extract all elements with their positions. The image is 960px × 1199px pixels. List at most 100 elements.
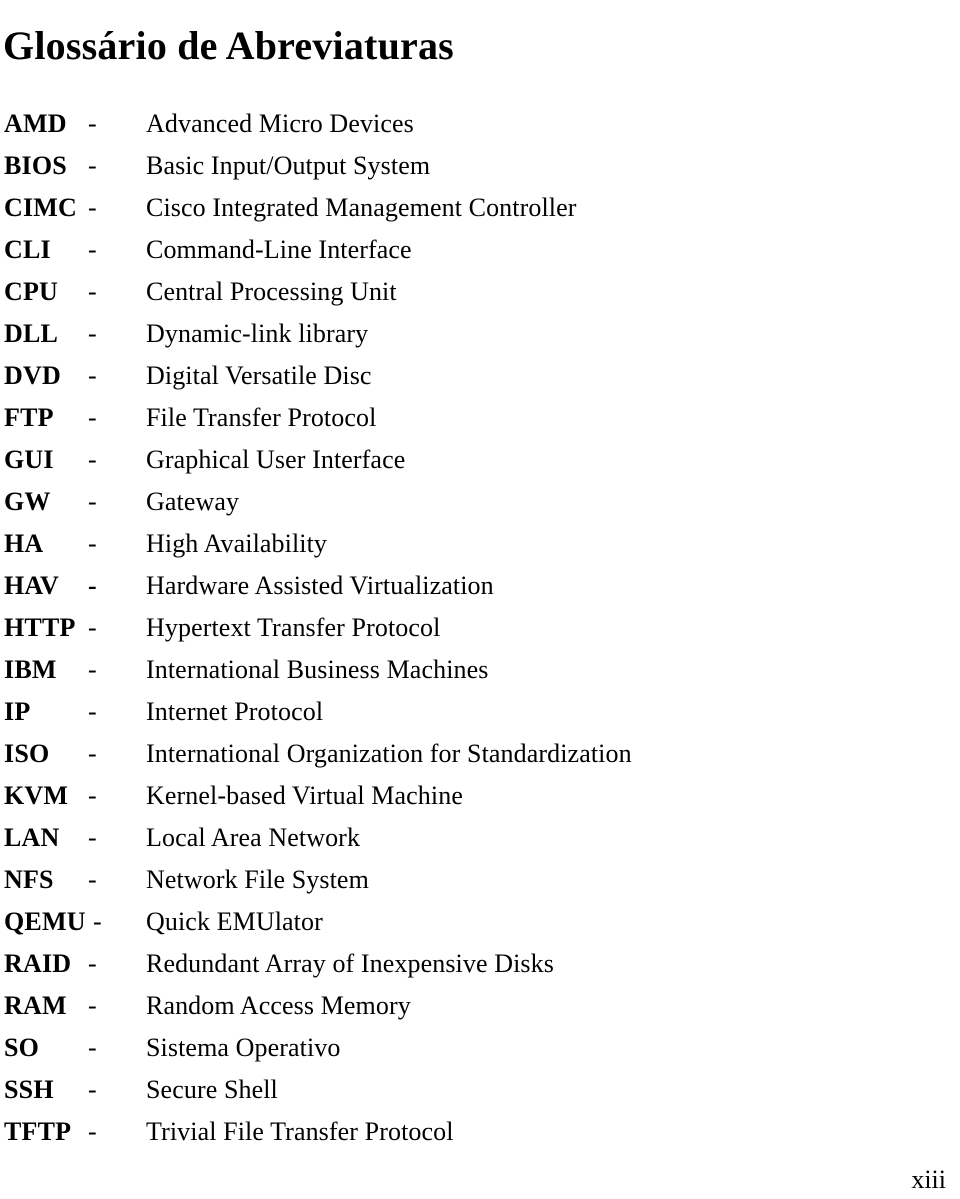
glossary-row: LAN - Local Area Network: [0, 817, 960, 859]
page-title: Glossário de Abreviaturas: [3, 22, 454, 68]
glossary-row: TFTP - Trivial File Transfer Protocol: [0, 1111, 960, 1153]
abbreviation-definition: Local Area Network: [146, 823, 361, 852]
abbreviation-term: CIMC: [4, 193, 78, 222]
abbreviation-term: CPU: [4, 277, 59, 306]
glossary-row: SO - Sistema Operativo: [0, 1027, 960, 1069]
glossary-row: HTTP - Hypertext Transfer Protocol: [0, 607, 960, 649]
glossary-row: CLI - Command-Line Interface: [0, 229, 960, 271]
entry-separator: -: [88, 319, 97, 348]
abbreviation-definition: Quick EMUlator: [146, 907, 323, 936]
abbreviation-definition: Secure Shell: [146, 1075, 278, 1104]
abbreviation-definition: Advanced Micro Devices: [146, 109, 414, 138]
page-number: xiii: [911, 1165, 946, 1194]
abbreviation-term: TFTP: [4, 1117, 72, 1146]
abbreviation-definition: High Availability: [146, 529, 328, 558]
abbreviation-definition: Gateway: [146, 487, 240, 516]
abbreviation-term: BIOS: [4, 151, 67, 180]
abbreviation-term: HTTP: [4, 613, 76, 642]
entry-separator: -: [88, 865, 97, 894]
glossary-row: BIOS - Basic Input/Output System: [0, 145, 960, 187]
abbreviation-definition: Internet Protocol: [146, 697, 324, 726]
abbreviation-definition: File Transfer Protocol: [146, 403, 377, 432]
entry-separator: -: [88, 235, 97, 264]
abbreviation-definition: Sistema Operativo: [146, 1033, 341, 1062]
abbreviation-term: SO: [4, 1033, 40, 1062]
entry-separator: -: [88, 151, 97, 180]
glossary-row: RAID - Redundant Array of Inexpensive Disk…: [0, 943, 960, 985]
glossary-row: NFS - Network File System: [0, 859, 960, 901]
glossary-row: HAV - Hardware Assisted Virtualization: [0, 565, 960, 607]
glossary-row: DVD - Digital Versatile Disc: [0, 355, 960, 397]
abbreviation-definition: Dynamic-link library: [146, 319, 369, 348]
abbreviation-definition: International Business Machines: [146, 655, 489, 684]
abbreviation-term: AMD: [4, 109, 67, 138]
entry-separator: -: [88, 403, 97, 432]
abbreviation-term: ISO: [4, 739, 50, 768]
abbreviation-definition: Network File System: [146, 865, 369, 894]
entry-separator: -: [88, 697, 97, 726]
abbreviation-term: IBM: [4, 655, 57, 684]
abbreviation-term: CLI: [4, 235, 51, 264]
entry-separator: -: [88, 739, 97, 768]
glossary-row: FTP - File Transfer Protocol: [0, 397, 960, 439]
glossary-row: CIMC - Cisco Integrated Management Control…: [0, 187, 960, 229]
abbreviation-term: NFS: [4, 865, 54, 894]
abbreviation-term: SSH: [4, 1075, 54, 1104]
entry-separator: -: [88, 949, 97, 978]
entry-separator: -: [88, 193, 97, 222]
abbreviation-definition: Cisco Integrated Management Controller: [146, 193, 577, 222]
abbreviation-term: RAID: [4, 949, 72, 978]
abbreviation-definition: Trivial File Transfer Protocol: [146, 1117, 454, 1146]
abbreviation-definition: Digital Versatile Disc: [146, 361, 372, 390]
glossary-row: ISO - International Organization for Stand…: [0, 733, 960, 775]
glossary-row: GUI - Graphical User Interface: [0, 439, 960, 481]
abbreviation-term: DLL: [4, 319, 59, 348]
abbreviation-definition: Basic Input/Output System: [146, 151, 431, 180]
abbreviation-definition: Central Processing Unit: [146, 277, 397, 306]
entry-separator: -: [93, 907, 102, 936]
entry-separator: -: [88, 1075, 97, 1104]
abbreviation-term: KVM: [4, 781, 69, 810]
entry-separator: -: [88, 613, 97, 642]
glossary-row: HA - High Availability: [0, 523, 960, 565]
entry-separator: -: [88, 991, 97, 1020]
entry-separator: -: [88, 109, 97, 138]
abbreviation-term: RAM: [4, 991, 67, 1020]
abbreviation-definition: Kernel-based Virtual Machine: [146, 781, 463, 810]
entry-separator: -: [88, 1033, 97, 1062]
abbreviation-term: LAN: [4, 823, 60, 852]
glossary-row: SSH - Secure Shell: [0, 1069, 960, 1111]
entry-separator: -: [88, 823, 97, 852]
glossary-row: IP - Internet Protocol: [0, 691, 960, 733]
entry-separator: -: [88, 781, 97, 810]
abbreviation-term: HAV: [4, 571, 60, 600]
abbreviation-term: GUI: [4, 445, 54, 474]
glossary-row: CPU - Central Processing Unit: [0, 271, 960, 313]
glossary-row: GW - Gateway: [0, 481, 960, 523]
glossary-row: DLL - Dynamic-link library: [0, 313, 960, 355]
entry-separator: -: [88, 487, 97, 516]
abbreviation-term: GW: [4, 487, 51, 516]
glossary-row: QEMU - Quick EMUlator: [0, 901, 960, 943]
entry-separator: -: [88, 1117, 97, 1146]
entry-separator: -: [88, 361, 97, 390]
abbreviation-term: IP: [4, 697, 31, 726]
glossary-row: RAM - Random Access Memory: [0, 985, 960, 1027]
abbreviation-definition: Graphical User Interface: [146, 445, 406, 474]
abbreviation-term: DVD: [4, 361, 61, 390]
glossary-list: AMD - Advanced Micro Devices BIOS - Basic Inp…: [0, 103, 960, 1153]
entry-separator: -: [88, 655, 97, 684]
abbreviation-definition: Hypertext Transfer Protocol: [146, 613, 441, 642]
abbreviation-term: HA: [4, 529, 44, 558]
glossary-row: IBM - International Business Machines: [0, 649, 960, 691]
abbreviation-definition: Redundant Array of Inexpensive Disks: [146, 949, 554, 978]
abbreviation-definition: Random Access Memory: [146, 991, 411, 1020]
abbreviation-term: QEMU: [4, 907, 86, 936]
entry-separator: -: [88, 529, 97, 558]
glossary-row: AMD - Advanced Micro Devices: [0, 103, 960, 145]
entry-separator: -: [88, 571, 97, 600]
glossary-row: KVM - Kernel-based Virtual Machine: [0, 775, 960, 817]
entry-separator: -: [88, 277, 97, 306]
abbreviation-term: FTP: [4, 403, 54, 432]
abbreviation-definition: Command-Line Interface: [146, 235, 412, 264]
